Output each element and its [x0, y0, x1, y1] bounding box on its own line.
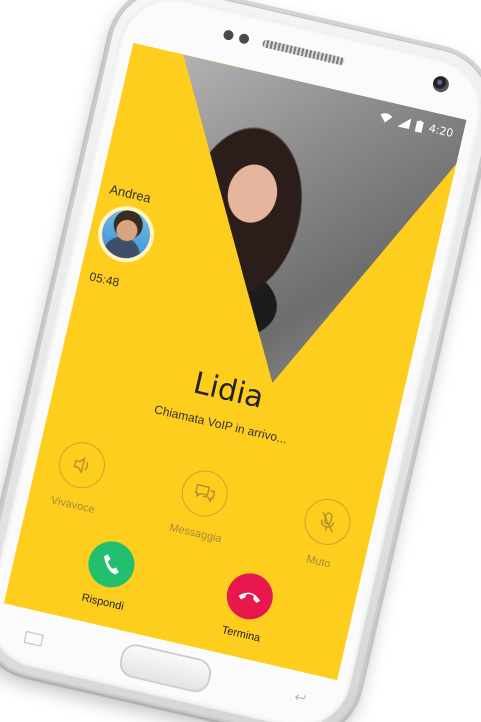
mute-microphone-icon [299, 494, 356, 550]
mute-label: Muto [305, 553, 332, 571]
phone-hangup-icon [222, 568, 278, 624]
avatar[interactable] [92, 200, 160, 268]
speakerphone-label: Vivavoce [49, 494, 96, 517]
caller-name: Andrea [108, 181, 153, 206]
message-icon [177, 465, 233, 522]
battery-icon [414, 119, 425, 133]
phone-device: 4:20 Andrea 05:48 Lidia Chiamata VoIP in… [0, 0, 481, 722]
signal-icon [397, 116, 412, 130]
call-screen: 4:20 Andrea 05:48 Lidia Chiamata VoIP in… [3, 42, 467, 681]
message-button[interactable]: Messaggia [150, 461, 253, 549]
stage: 4:20 Andrea 05:48 Lidia Chiamata VoIP in… [0, 0, 481, 722]
avatar-photo [97, 205, 155, 263]
wifi-icon [378, 111, 394, 125]
message-label: Messaggia [168, 521, 223, 546]
hangup-label: Termina [220, 624, 262, 645]
hangup-button[interactable]: Termina [193, 563, 302, 651]
speaker-icon [54, 437, 110, 493]
call-duration: 05:48 [88, 269, 121, 290]
answer-button[interactable]: Rispondi [55, 531, 164, 619]
phone-answer-icon [83, 536, 140, 592]
answer-label: Rispondi [80, 591, 125, 614]
mute-button[interactable]: Muto [273, 489, 376, 577]
speakerphone-button[interactable]: Vivavoce [28, 433, 131, 521]
